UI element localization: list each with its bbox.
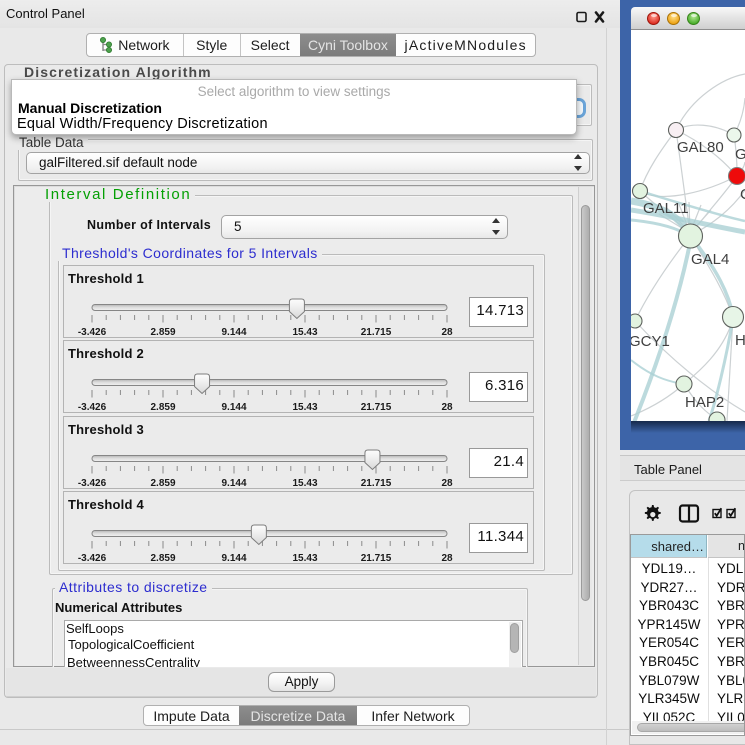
svg-text:HAP2: HAP2 [685, 394, 724, 411]
svg-text:2.859: 2.859 [150, 478, 175, 489]
svg-text:28: 28 [441, 553, 453, 564]
svg-text:HA: HA [735, 332, 745, 349]
svg-text:GCY1: GCY1 [631, 333, 670, 350]
svg-text:2.859: 2.859 [150, 327, 175, 338]
svg-text:21.715: 21.715 [361, 402, 392, 413]
svg-text:9.144: 9.144 [221, 327, 246, 338]
svg-text:-3.426: -3.426 [78, 478, 107, 489]
svg-text:21.715: 21.715 [361, 478, 392, 489]
svg-text:GA: GA [735, 146, 745, 163]
svg-text:GAL11: GAL11 [643, 200, 689, 217]
svg-text:28: 28 [441, 478, 453, 489]
svg-text:2.859: 2.859 [150, 553, 175, 564]
svg-text:21.715: 21.715 [361, 327, 392, 338]
svg-text:-3.426: -3.426 [78, 327, 107, 338]
svg-text:28: 28 [441, 402, 453, 413]
svg-text:15.43: 15.43 [292, 553, 317, 564]
svg-text:9.144: 9.144 [221, 402, 246, 413]
svg-text:9.144: 9.144 [221, 553, 246, 564]
svg-text:9.144: 9.144 [221, 478, 246, 489]
svg-text:-3.426: -3.426 [78, 553, 107, 564]
svg-text:CY: CY [740, 186, 745, 203]
svg-text:15.43: 15.43 [292, 478, 317, 489]
svg-text:2.859: 2.859 [150, 402, 175, 413]
svg-text:-3.426: -3.426 [78, 402, 107, 413]
svg-text:15.43: 15.43 [292, 327, 317, 338]
svg-text:15.43: 15.43 [292, 402, 317, 413]
svg-text:GAL4: GAL4 [691, 251, 729, 268]
svg-text:GAL80: GAL80 [677, 139, 724, 156]
svg-text:28: 28 [441, 327, 453, 338]
svg-text:21.715: 21.715 [361, 553, 392, 564]
